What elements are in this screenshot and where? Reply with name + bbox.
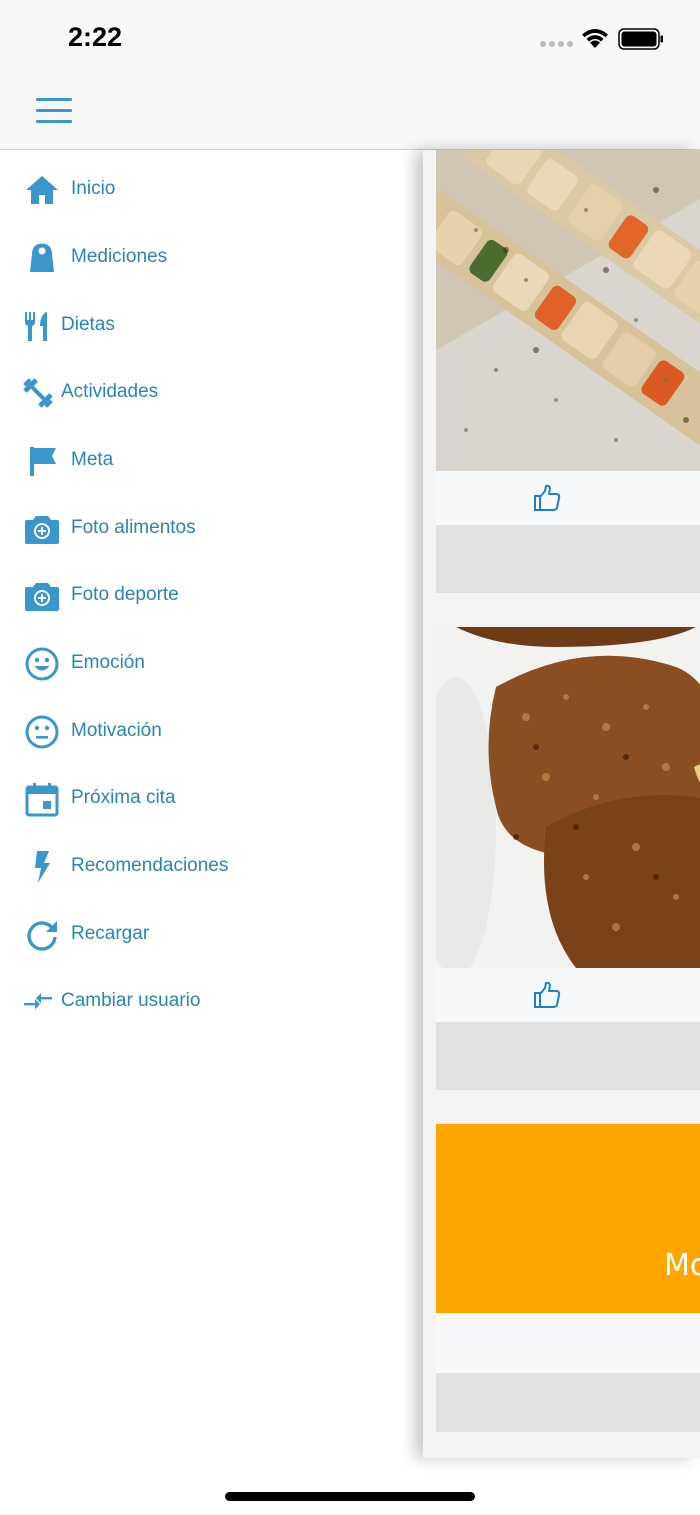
home-indicator[interactable] [225, 1492, 475, 1501]
calendar-icon [24, 781, 60, 817]
swap-arrows-icon [20, 984, 56, 1020]
menu-item-recargar[interactable]: Recargar [0, 905, 423, 965]
feed-card[interactable] [436, 627, 700, 1090]
cellular-signal-icon [540, 41, 573, 47]
menu-label: Mediciones [71, 246, 168, 267]
menu-label: Cambiar usuario [61, 990, 201, 1011]
neutral-face-icon [24, 714, 60, 750]
menu-item-inicio[interactable]: Inicio [0, 160, 423, 220]
card-footer [436, 1373, 700, 1432]
thumbs-up-icon[interactable] [532, 483, 562, 513]
menu-item-emocion[interactable]: Emoción [0, 634, 423, 694]
hamburger-menu-icon[interactable] [36, 98, 72, 124]
menu-label: Foto deporte [71, 584, 179, 605]
fork-knife-icon [20, 308, 56, 344]
menu-label: Foto alimentos [71, 517, 196, 538]
breaded-chicken-photo [436, 627, 700, 968]
card-footer [436, 525, 700, 593]
menu-item-recomendaciones[interactable]: Recomendaciones [0, 837, 423, 897]
home-icon [24, 172, 60, 208]
banner-text: Mo [664, 1248, 700, 1283]
status-time: 2:22 [68, 22, 123, 52]
menu-label: Recargar [71, 923, 150, 944]
menu-item-foto-deporte[interactable]: Foto deporte [0, 566, 423, 626]
feed-card[interactable] [436, 150, 700, 593]
thumbs-up-icon[interactable] [532, 980, 562, 1010]
camera-plus-icon [24, 511, 60, 547]
wifi-icon [582, 29, 608, 48]
battery-icon [618, 28, 663, 50]
main-content-feed: Mo [423, 150, 700, 1458]
menu-item-actividades[interactable]: Actividades [0, 363, 423, 423]
navigation-bar [0, 78, 700, 150]
card-actions [436, 968, 700, 1022]
menu-label: Dietas [61, 314, 115, 335]
side-menu: Inicio Mediciones Dietas Actividades Met… [0, 150, 423, 1458]
smile-icon [24, 646, 60, 682]
menu-label: Recomendaciones [71, 855, 229, 876]
feed-card[interactable]: Mo [436, 1124, 700, 1432]
flag-icon [24, 443, 60, 479]
menu-label: Próxima cita [71, 787, 176, 808]
menu-label: Actividades [61, 381, 159, 402]
dumbbell-icon [20, 375, 56, 411]
lightning-icon [24, 849, 60, 885]
menu-label: Motivación [71, 720, 162, 741]
menu-item-motivacion[interactable]: Motivación [0, 702, 423, 762]
menu-item-dietas[interactable]: Dietas [0, 296, 423, 356]
menu-item-foto-alimentos[interactable]: Foto alimentos [0, 499, 423, 559]
menu-label: Meta [71, 449, 114, 470]
menu-item-meta[interactable]: Meta [0, 431, 423, 491]
menu-item-mediciones[interactable]: Mediciones [0, 228, 423, 288]
scale-icon [24, 240, 60, 276]
menu-item-cambiar-usuario[interactable]: Cambiar usuario [0, 972, 423, 1032]
chicken-skewers-photo [436, 150, 700, 471]
motivation-banner: Mo [436, 1124, 700, 1313]
card-footer [436, 1022, 700, 1090]
reload-icon [24, 917, 60, 953]
card-actions [436, 1313, 700, 1373]
card-actions [436, 471, 700, 525]
menu-item-proxima-cita[interactable]: Próxima cita [0, 769, 423, 829]
camera-plus-icon [24, 578, 60, 614]
status-bar: 2:22 [0, 0, 700, 78]
menu-label: Emoción [71, 652, 145, 673]
menu-label: Inicio [71, 178, 116, 199]
